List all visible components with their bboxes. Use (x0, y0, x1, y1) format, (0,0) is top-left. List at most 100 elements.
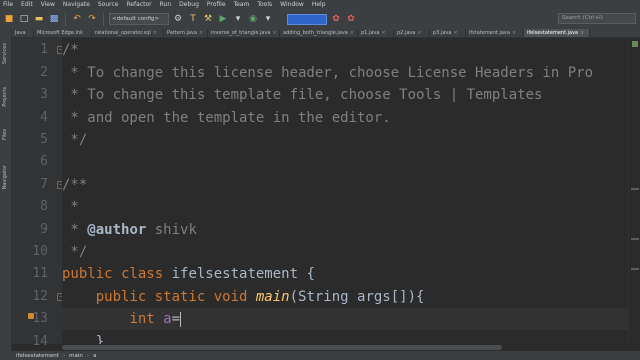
menu-debug[interactable]: Debug (179, 0, 199, 9)
breadcrumb-variable[interactable]: a (93, 353, 96, 359)
tab-label: inverse_of_triangle.java (211, 29, 271, 36)
code-line-1: /* (62, 42, 79, 58)
line-number: 13 (32, 311, 48, 326)
keyword: int (129, 311, 155, 327)
close-icon[interactable]: × (453, 29, 457, 37)
breadcrumb-method[interactable]: main (69, 353, 83, 359)
settings-icon[interactable]: ⚙ (172, 13, 184, 25)
tab-inverse-of-triangle[interactable]: inverse_of_triangle.java × (208, 29, 280, 37)
warning-hint-icon[interactable] (28, 313, 34, 319)
tab-label: p2.java (397, 29, 416, 36)
side-panel-strip: Services Projects Files Navigator (0, 29, 12, 351)
tab-relational-operator[interactable]: relational_operator.sql × (92, 29, 164, 37)
line-number: 4 (40, 110, 48, 125)
tab-pattern[interactable]: Pattern.java × (164, 29, 208, 37)
tab-p3[interactable]: p3.java × (430, 29, 466, 37)
run-icon[interactable]: ▶ (217, 13, 229, 25)
line-number: 1 (40, 42, 48, 57)
new-file-icon[interactable]: □ (18, 13, 30, 25)
tab-p1[interactable]: p1.java × (358, 29, 394, 37)
side-tab-files[interactable]: Files (2, 129, 8, 140)
line-number: 11 (32, 266, 48, 281)
tab-adding-both-triangle[interactable]: adding_both_triangle.java × (280, 29, 358, 37)
configuration-select[interactable]: <default config> (109, 13, 169, 25)
close-icon[interactable]: × (153, 29, 157, 37)
method-name: main (255, 289, 290, 305)
gc2-icon[interactable]: ✿ (345, 13, 357, 25)
code-line-11: public class ifelsestatement { (62, 263, 315, 285)
new-project-icon[interactable]: ■ (3, 13, 15, 25)
open-project-icon[interactable]: ▬ (33, 13, 45, 25)
close-icon[interactable]: × (350, 29, 354, 37)
debug-icon[interactable]: ▾ (232, 13, 244, 25)
toolbar-separator (103, 12, 104, 26)
author-name: shivk (146, 222, 197, 238)
tab-label: Java (15, 29, 26, 36)
redo-icon[interactable]: ↷ (86, 13, 98, 25)
menu-navigate[interactable]: Navigate (63, 0, 90, 9)
tab-label: Microsoft Edge.lnk (37, 29, 83, 36)
menu-run[interactable]: Run (160, 0, 172, 9)
side-tab-navigator[interactable]: Navigator (2, 165, 8, 189)
line-number: 14 (32, 334, 48, 349)
tab-java[interactable]: Java (12, 29, 34, 37)
menu-refactor[interactable]: Refactor (126, 0, 151, 9)
menu-window[interactable]: Window (280, 0, 304, 9)
code-line-8: * (62, 199, 79, 215)
code-line-12: public static void main(String args[]){ (62, 286, 425, 308)
code-line-4: * and open the template in the editor. (62, 110, 391, 126)
tab-label: p3.java (433, 29, 452, 36)
line-number-gutter: 1 2 3 4 5 6 7 8 9 10 11 12 13 14 − − − (12, 38, 65, 349)
code-line-13: int a= (62, 308, 182, 330)
search-input[interactable]: Search (Ctrl+I) (558, 13, 636, 24)
tab-label: ifstatement.java (469, 29, 510, 36)
close-icon[interactable]: × (417, 29, 421, 37)
breadcrumb: ifelsestatement › main › a (0, 351, 640, 360)
tab-ifstatement[interactable]: ifstatement.java × (466, 29, 524, 37)
menu-source[interactable]: Source (98, 0, 119, 9)
close-icon[interactable]: × (512, 29, 516, 37)
menu-tools[interactable]: Tools (257, 0, 272, 9)
scroll-marker[interactable] (631, 238, 639, 240)
line-number: 9 (40, 222, 48, 237)
code-line-14: } (62, 334, 105, 344)
breadcrumb-class[interactable]: ifelsestatement (16, 353, 59, 359)
menu-team[interactable]: Team (234, 0, 250, 9)
close-icon[interactable]: × (381, 29, 385, 37)
tab-label: ifelsestatement.java (527, 29, 579, 36)
toolbar: ■ □ ▬ ▩ ↶ ↷ <default config> ⚙ T ⚒ ▶ ▾ ◉… (0, 9, 640, 29)
code-editor[interactable]: /* * To change this license header, choo… (62, 38, 628, 344)
gc-icon[interactable]: ✿ (330, 13, 342, 25)
undo-icon[interactable]: ↶ (71, 13, 83, 25)
tab-ifelsestatement[interactable]: ifelsestatement.java × (524, 29, 590, 37)
menu-help[interactable]: Help (312, 0, 326, 9)
horizontal-scrollbar[interactable] (62, 344, 628, 351)
clean-build-icon[interactable]: ⚒ (202, 13, 214, 25)
side-tab-services[interactable]: Services (2, 43, 8, 64)
scrollbar-thumb[interactable] (62, 345, 502, 350)
save-all-icon[interactable]: ▩ (48, 13, 60, 25)
close-icon[interactable]: × (273, 29, 277, 37)
profile-dropdown-icon[interactable]: ▾ (262, 13, 274, 25)
tab-microsoft-edge[interactable]: Microsoft Edge.lnk (34, 29, 92, 37)
menu-view[interactable]: View (41, 0, 55, 9)
side-tab-projects[interactable]: Projects (2, 87, 8, 107)
scroll-marker[interactable] (631, 268, 639, 270)
menu-edit[interactable]: Edit (21, 0, 33, 9)
error-stripe[interactable] (628, 38, 640, 344)
close-icon[interactable]: × (199, 29, 203, 37)
code-line-7: /** (62, 177, 88, 193)
hammer-icon[interactable]: T (187, 13, 199, 25)
keyword: public static void (95, 289, 248, 305)
chevron-right-icon: › (62, 352, 66, 359)
memory-usage-bar[interactable] (287, 13, 327, 25)
menu-profile[interactable]: Profile (207, 0, 226, 9)
scroll-marker[interactable] (631, 188, 639, 190)
menu-file[interactable]: File (3, 0, 13, 9)
line-number: 2 (40, 65, 48, 80)
close-icon[interactable]: × (580, 29, 584, 37)
profile-icon[interactable]: ◉ (247, 13, 259, 25)
tab-p2[interactable]: p2.java × (394, 29, 430, 37)
